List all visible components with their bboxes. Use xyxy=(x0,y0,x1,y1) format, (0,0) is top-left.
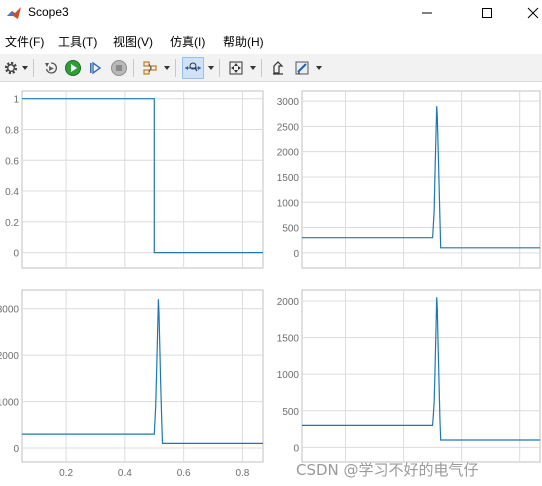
x-tick-label: 0.4 xyxy=(118,468,132,479)
fit-to-view-icon xyxy=(229,61,243,75)
y-tick-label: 3000 xyxy=(0,305,19,316)
y-tick-label: 1000 xyxy=(0,398,19,409)
maximize-button[interactable] xyxy=(464,0,510,26)
highlight-dropdown-arrow[interactable] xyxy=(316,66,322,70)
y-tick-label: 1500 xyxy=(277,334,300,345)
zoom-axes-icon xyxy=(185,62,201,72)
y-tick-label: 0.6 xyxy=(5,156,19,167)
fit-dropdown-arrow[interactable] xyxy=(250,66,256,70)
menu-view[interactable]: 视图(V) xyxy=(113,33,153,50)
minimize-icon xyxy=(422,12,432,14)
y-tick-label: 1500 xyxy=(277,173,300,184)
y-tick-label: 1000 xyxy=(277,198,300,209)
y-tick-label: 1000 xyxy=(277,370,300,381)
zoom-axes-button[interactable] xyxy=(182,57,204,79)
y-tick-label: 0 xyxy=(293,249,299,260)
style-icon xyxy=(273,61,284,75)
y-tick-label: 2500 xyxy=(277,122,300,133)
scope-axes-canvas: 0 0.2 0.4 0.6 0.8 1 0 500 1000 1500 2000 2500 3000 0 1… xyxy=(0,90,541,479)
matlab-app-icon xyxy=(7,7,21,19)
menu-bar: 文件(F) 工具(T) 视图(V) 仿真(I) 帮助(H) xyxy=(0,29,542,51)
minimize-button[interactable] xyxy=(404,0,450,26)
menu-file[interactable]: 文件(F) xyxy=(5,33,44,50)
gear-icon xyxy=(4,61,18,75)
axes-box-bottom-left[interactable] xyxy=(21,289,264,463)
highlight-button[interactable] xyxy=(291,57,313,79)
x-tick-label: 0.6 xyxy=(177,468,191,479)
signal-selector-icon xyxy=(143,61,157,75)
run-button[interactable] xyxy=(62,57,84,79)
watermark-text: CSDN @学习不好的电气仔 xyxy=(296,461,479,479)
stop-button[interactable] xyxy=(108,57,130,79)
y-tick-label: 2000 xyxy=(277,297,300,308)
menu-help[interactable]: 帮助(H) xyxy=(223,33,264,50)
window-title: Scope3 xyxy=(28,5,69,19)
style-button[interactable] xyxy=(268,57,290,79)
axes-box-bottom-right[interactable] xyxy=(301,289,541,463)
settings-dropdown-arrow[interactable] xyxy=(22,66,28,70)
menu-tools[interactable]: 工具(T) xyxy=(58,33,97,50)
y-tick-label: 0.2 xyxy=(5,218,19,229)
y-tick-label: 0 xyxy=(13,249,19,260)
toolbar xyxy=(0,54,542,82)
toolbar-separator xyxy=(261,59,262,77)
axes-box-top-left[interactable] xyxy=(21,90,264,269)
step-forward-icon xyxy=(90,61,102,75)
y-tick-label: 0 xyxy=(13,444,19,455)
fit-to-view-button[interactable] xyxy=(225,57,247,79)
scope-plot-area: 0 0.2 0.4 0.6 0.8 1 0 500 1000 1500 2000 2500 3000 0 1… xyxy=(0,83,542,486)
zoom-dropdown-arrow[interactable] xyxy=(208,66,214,70)
x-tick-label: 0.8 xyxy=(235,468,249,479)
toolbar-separator xyxy=(133,59,134,77)
y-tick-label: 2000 xyxy=(277,148,300,159)
step-back-icon xyxy=(45,62,58,74)
axes-box-top-right[interactable] xyxy=(301,90,541,269)
signal-selector-dropdown-arrow[interactable] xyxy=(164,66,170,70)
run-icon xyxy=(65,60,81,76)
close-button[interactable] xyxy=(510,0,542,26)
settings-button[interactable] xyxy=(0,57,22,79)
highlight-icon xyxy=(295,61,309,75)
y-tick-label: 500 xyxy=(282,224,299,235)
x-tick-label: 0.2 xyxy=(59,468,73,479)
close-icon xyxy=(527,7,539,19)
maximize-icon xyxy=(482,8,492,18)
signal-selector-button[interactable] xyxy=(139,57,161,79)
stop-icon xyxy=(111,60,127,76)
y-tick-label: 0.8 xyxy=(5,125,19,136)
y-tick-label: 1 xyxy=(13,95,19,106)
y-tick-label: 3000 xyxy=(277,97,300,108)
toolbar-separator xyxy=(33,59,34,77)
y-tick-label: 0 xyxy=(293,443,299,454)
y-tick-label: 0.4 xyxy=(5,187,19,198)
toolbar-separator xyxy=(175,59,176,77)
toolbar-separator xyxy=(219,59,220,77)
menu-simulation[interactable]: 仿真(I) xyxy=(170,33,205,50)
title-bar: Scope3 xyxy=(0,0,542,26)
y-tick-label: 2000 xyxy=(0,351,19,362)
step-forward-button[interactable] xyxy=(85,57,107,79)
y-tick-label: 500 xyxy=(282,407,299,418)
step-back-button[interactable] xyxy=(40,57,62,79)
